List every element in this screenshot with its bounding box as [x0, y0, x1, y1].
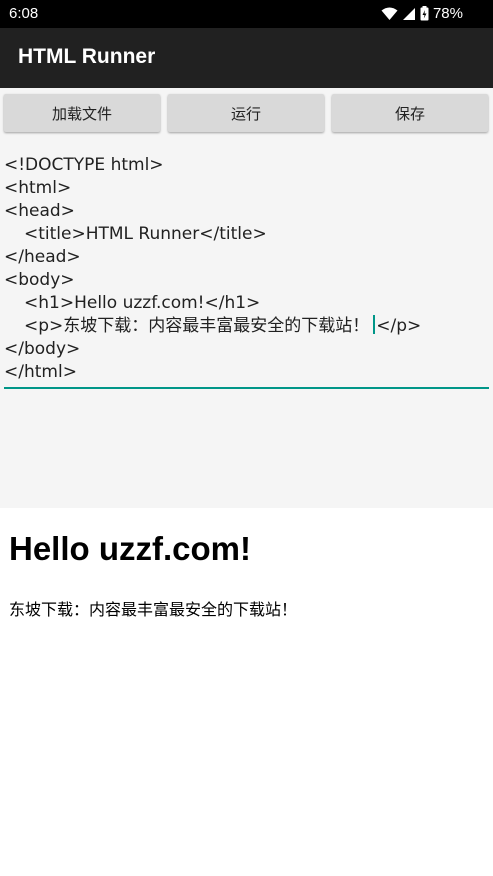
app-bar: HTML Runner: [0, 28, 493, 88]
status-time: 6:08: [9, 5, 39, 22]
preview-heading: Hello uzzf.com!: [9, 530, 252, 567]
signal-icon: [402, 7, 415, 20]
app-title: HTML Runner: [18, 45, 156, 68]
status-icons: 78%: [381, 5, 463, 22]
code-line: <h1>Hello uzzf.com!</h1>: [24, 293, 261, 313]
code-line: <p>东坡下载：内容最丰富最安全的下载站！ </p>: [4, 315, 488, 338]
code-line: <html>: [4, 178, 72, 198]
text-cursor: [373, 315, 376, 334]
run-button[interactable]: 运行: [168, 94, 324, 132]
battery-percent: 78%: [432, 5, 463, 22]
toolbar: 加载文件 运行 保存: [4, 94, 488, 132]
preview-paragraph: 东坡下载：内容最丰富最安全的下载站！: [9, 600, 298, 619]
code-line: <head>: [4, 201, 75, 221]
preview-pane: Hello uzzf.com! 东坡下载：内容最丰富最安全的下载站！: [0, 508, 493, 876]
code-line: </head>: [4, 247, 81, 267]
wifi-icon: [381, 7, 398, 20]
code-line: <body>: [4, 270, 75, 290]
editor-area: 加载文件 运行 保存 <!DOCTYPE html> <html> <head>…: [0, 88, 493, 508]
editor-underline: [4, 387, 489, 389]
code-line: <!DOCTYPE html>: [4, 155, 164, 175]
code-line-text: <p>东坡下载：内容最丰富最安全的下载站！: [24, 316, 370, 336]
code-line: <title>HTML Runner</title>: [24, 224, 267, 244]
battery-icon: [420, 6, 429, 21]
code-line: </html>: [4, 362, 77, 382]
load-file-button[interactable]: 加载文件: [4, 94, 160, 132]
save-button[interactable]: 保存: [332, 94, 488, 132]
status-bar: 6:08 78%: [0, 0, 493, 28]
code-line: </body>: [4, 339, 81, 359]
code-line-text: </p>: [376, 316, 422, 336]
code-editor-input[interactable]: <!DOCTYPE html> <html> <head> <title>HTM…: [4, 154, 488, 384]
